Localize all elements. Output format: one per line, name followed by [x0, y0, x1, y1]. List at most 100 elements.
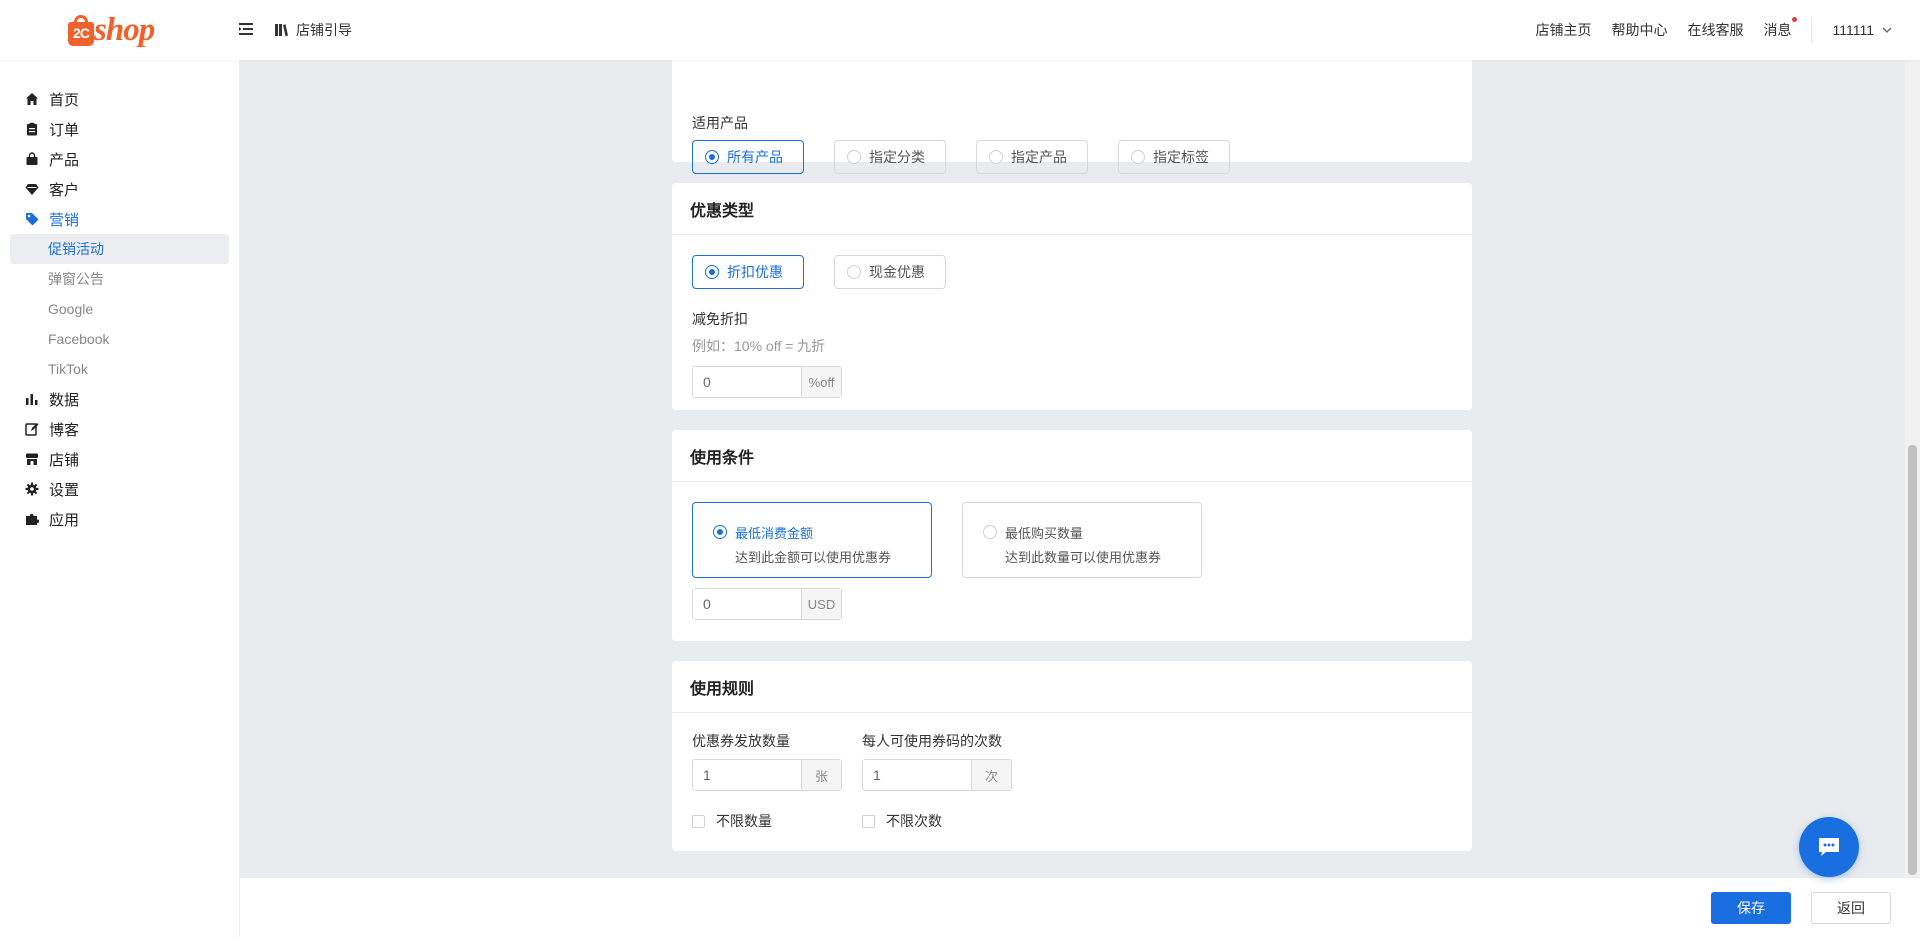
scrollbar-thumb[interactable] [1908, 445, 1917, 875]
puzzle-icon [26, 513, 39, 525]
logo[interactable]: 2C shop [66, 12, 155, 49]
menu-toggle-icon[interactable] [238, 20, 256, 38]
option-percent-discount[interactable]: 折扣优惠 [692, 255, 804, 289]
header-actions: 店铺主页 帮助中心 在线客服 消息 111111 [1515, 0, 1892, 60]
sidebar-item-store[interactable]: 店铺 [0, 444, 239, 474]
per-user-input[interactable] [863, 760, 971, 790]
radio-dot [983, 525, 997, 539]
username: 111111 [1832, 22, 1874, 38]
option-category[interactable]: 指定分类 [834, 140, 946, 174]
quantity-column: 优惠券发放数量 张 不限数量 [692, 731, 862, 831]
discount-input[interactable] [693, 367, 801, 397]
sidebar-item-products[interactable]: 产品 [0, 144, 239, 174]
radio-dot [713, 525, 727, 539]
sidebar-item-blog[interactable]: 博客 [0, 414, 239, 444]
min-amount-input[interactable] [693, 589, 801, 619]
per-user-input-group: 次 [862, 759, 1012, 791]
header-divider [1811, 17, 1813, 43]
sidebar: 首页 订单 产品 客户 营销 促销活动 弹窗公告 Google Facebook… [0, 60, 240, 937]
sidebar-item-orders[interactable]: 订单 [0, 114, 239, 144]
conditions-title: 使用条件 [672, 430, 1472, 482]
edit-icon [25, 423, 39, 436]
bag-icon [26, 152, 38, 165]
user-menu[interactable]: 111111 [1832, 22, 1892, 38]
condition-input-group: USD [692, 588, 842, 620]
radio-dot [989, 150, 1003, 164]
discount-field-label: 减免折扣 [692, 311, 748, 327]
top-header: 2C shop 店铺引导 店铺主页 帮助中心 在线客服 消息 111111 [0, 0, 1920, 60]
messages-link[interactable]: 消息 [1763, 17, 1798, 40]
chat-icon [1819, 838, 1839, 856]
discount-suffix: %off [801, 367, 841, 397]
shopping-bag-icon: 2C [66, 14, 96, 48]
rules-card: 使用规则 优惠券发放数量 张 不限数量 每人可使用券码的次数 次 [672, 661, 1472, 851]
unlimited-quantity-checkbox[interactable] [692, 814, 705, 828]
quantity-input[interactable] [693, 760, 801, 790]
sidebar-item-home[interactable]: 首页 [0, 84, 239, 114]
bar-chart-icon [26, 394, 38, 405]
chat-button[interactable] [1799, 817, 1859, 877]
quantity-label: 优惠券发放数量 [692, 733, 790, 749]
discount-type-body: 折扣优惠现金优惠 减免折扣 例如：10% off = 九折 %off [672, 235, 1472, 416]
radio-dot [847, 150, 861, 164]
radio-dot [705, 265, 719, 279]
option-min-amount[interactable]: 最低消费金额 达到此金额可以使用优惠券 [692, 502, 932, 578]
sidebar-subitem-tiktok[interactable]: TikTok [10, 354, 229, 384]
main-scrollbar[interactable] [1905, 60, 1920, 877]
book-icon [275, 24, 288, 37]
help-center-link[interactable]: 帮助中心 [1611, 20, 1667, 40]
applicable-products-label: 适用产品 [692, 115, 748, 131]
store-home-link[interactable]: 店铺主页 [1535, 20, 1591, 40]
footer-bar: 保存 返回 [240, 877, 1920, 937]
sidebar-item-customers[interactable]: 客户 [0, 174, 239, 204]
messages-label: 消息 [1763, 22, 1792, 38]
applicable-products-card: 适用产品 所有产品 指定分类 指定产品 指定标签 [672, 60, 1472, 174]
conditions-body: 最低消费金额 达到此金额可以使用优惠券 最低购买数量 达到此数量可以使用优惠券 … [672, 482, 1472, 638]
clipboard-icon [27, 122, 37, 136]
notification-dot [1792, 17, 1798, 22]
sidebar-item-settings[interactable]: 设置 [0, 474, 239, 504]
option-min-quantity[interactable]: 最低购买数量 达到此数量可以使用优惠券 [962, 502, 1202, 578]
discount-type-card: 优惠类型 折扣优惠现金优惠 减免折扣 例如：10% off = 九折 %off [672, 183, 1472, 410]
sidebar-subitem-facebook[interactable]: Facebook [10, 324, 229, 354]
main-content: 适用产品 所有产品 指定分类 指定产品 指定标签 优惠类型 折扣优惠 现金优惠 减免折扣… [240, 60, 1905, 877]
unlimited-times-label: 不限次数 [886, 813, 942, 829]
store-guide-link[interactable]: 店铺引导 [274, 20, 352, 40]
unlimited-quantity-label: 不限数量 [716, 813, 772, 829]
radio-dot [847, 265, 861, 279]
sidebar-subitem-promotions[interactable]: 促销活动 [10, 234, 229, 264]
per-user-suffix: 次 [971, 760, 1011, 790]
unlimited-times-checkbox[interactable] [862, 814, 875, 828]
home-icon [26, 93, 38, 105]
sidebar-item-data[interactable]: 数据 [0, 384, 239, 414]
sidebar-subitem-popup[interactable]: 弹窗公告 [10, 264, 229, 294]
unlimited-quantity-row[interactable]: 不限数量 [692, 811, 862, 831]
option-product[interactable]: 指定产品 [976, 140, 1088, 174]
option-cash-discount[interactable]: 现金优惠 [834, 255, 946, 289]
currency-suffix: USD [801, 589, 841, 619]
radio-dot [705, 150, 719, 164]
save-button[interactable]: 保存 [1711, 892, 1791, 924]
back-button[interactable]: 返回 [1811, 892, 1891, 924]
tag-icon [26, 213, 39, 226]
discount-type-title: 优惠类型 [672, 183, 1472, 235]
sidebar-subitem-google[interactable]: Google [10, 294, 229, 324]
gear-icon [25, 482, 39, 496]
logo-text: shop [94, 12, 155, 48]
conditions-options: 最低消费金额 达到此金额可以使用优惠券 最低购买数量 达到此数量可以使用优惠券 [692, 502, 1452, 578]
diamond-icon [25, 184, 39, 195]
rules-title: 使用规则 [672, 661, 1472, 713]
store-guide-label: 店铺引导 [296, 22, 352, 38]
option-all-products[interactable]: 所有产品 [692, 140, 804, 174]
option-tag[interactable]: 指定标签 [1118, 140, 1230, 174]
applicable-products-options: 所有产品 指定分类 指定产品 指定标签 [692, 140, 1452, 174]
sidebar-item-apps[interactable]: 应用 [0, 504, 239, 534]
store-icon [26, 453, 38, 465]
online-support-link[interactable]: 在线客服 [1687, 20, 1743, 40]
applicable-products-body: 适用产品 所有产品 指定分类 指定产品 指定标签 [672, 60, 1472, 174]
unlimited-times-row[interactable]: 不限次数 [862, 811, 1012, 831]
discount-input-group: %off [692, 366, 842, 398]
quantity-suffix: 张 [801, 760, 841, 790]
sidebar-item-marketing[interactable]: 营销 [0, 204, 239, 234]
chevron-down-icon [1882, 27, 1892, 33]
